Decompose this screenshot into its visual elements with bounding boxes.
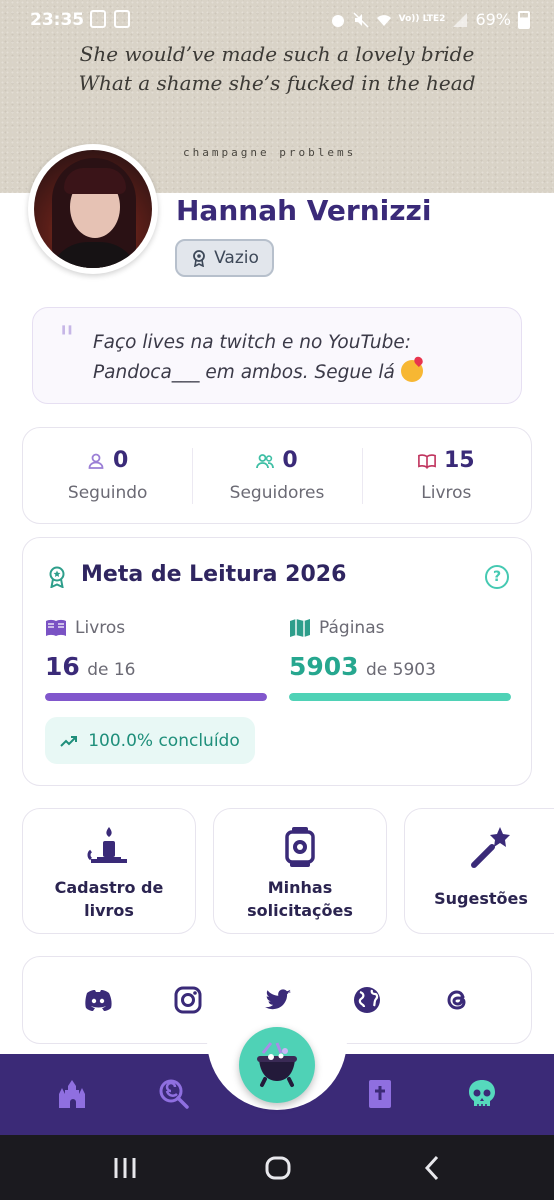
goal-title: Meta de Leitura 2026 bbox=[81, 562, 347, 587]
notification-icon bbox=[90, 10, 106, 28]
recent-apps-icon[interactable] bbox=[110, 1153, 140, 1183]
banner-lyric-line1: She would’ve made such a lovely bride bbox=[79, 42, 475, 66]
stat-label: Seguindo bbox=[67, 483, 148, 503]
wifi-icon bbox=[376, 14, 391, 26]
status-time: 23:35 bbox=[30, 10, 85, 30]
alarm-icon bbox=[331, 14, 344, 27]
network-label: Vo)) LTE2 bbox=[398, 14, 446, 24]
stat-value: 0 bbox=[282, 448, 298, 473]
bio-card: " Faço lives na twitch e no YouTube: Pan… bbox=[32, 307, 522, 404]
profile-name: Hannah Vernizzi bbox=[176, 194, 432, 227]
battery-icon bbox=[518, 10, 530, 29]
help-icon[interactable]: ? bbox=[485, 565, 509, 589]
avatar[interactable] bbox=[28, 144, 158, 274]
book-registration-card[interactable]: Cadastro de livros bbox=[22, 808, 196, 934]
reading-goal-card: Meta de Leitura 2026 ? Livros 16 de 16 P… bbox=[22, 537, 532, 786]
badge-label: Vazio bbox=[214, 248, 259, 268]
discord-icon[interactable] bbox=[83, 985, 113, 1015]
signal-icon bbox=[453, 12, 468, 27]
goal-books-total: de 16 bbox=[87, 660, 136, 680]
trending-up-icon bbox=[60, 735, 78, 747]
action-label: Minhas solicitações bbox=[247, 878, 353, 920]
cauldron-button[interactable] bbox=[239, 1027, 315, 1103]
award-icon bbox=[193, 250, 206, 267]
goal-books: Livros 16 de 16 bbox=[45, 618, 267, 701]
instagram-icon[interactable] bbox=[173, 985, 203, 1015]
battery-label: 69% bbox=[475, 10, 511, 29]
goal-books-value: 16 bbox=[45, 652, 80, 681]
notification-icons bbox=[90, 10, 130, 28]
goal-completion-label: 100.0% concluído bbox=[88, 730, 240, 751]
suggestions-card[interactable]: Sugestões bbox=[404, 808, 554, 934]
goal-pages: Páginas 5903 de 5903 bbox=[289, 618, 511, 701]
twitter-icon[interactable] bbox=[263, 985, 293, 1015]
banner-caption: champagne problems bbox=[183, 146, 357, 159]
back-icon[interactable] bbox=[418, 1153, 448, 1183]
map-book-icon bbox=[290, 619, 310, 637]
action-label: Sugestões bbox=[434, 889, 528, 908]
goal-pages-label: Páginas bbox=[319, 618, 385, 638]
stats-card: 0 Seguindo 0 Seguidores 15 Livros bbox=[22, 427, 532, 524]
goal-books-progress-fill bbox=[45, 693, 267, 701]
user-icon bbox=[88, 453, 104, 469]
candle-icon bbox=[87, 827, 127, 863]
my-requests-card[interactable]: Minhas solicitações bbox=[213, 808, 387, 934]
bio-text-content: Faço lives na twitch e no YouTube: Pando… bbox=[93, 332, 411, 383]
stat-label: Seguidores bbox=[229, 483, 325, 503]
goal-books-progress bbox=[45, 693, 267, 701]
stat-books[interactable]: 15 Livros bbox=[361, 428, 531, 523]
stat-value: 15 bbox=[444, 448, 475, 473]
magic-wand-icon bbox=[471, 827, 510, 868]
users-icon bbox=[256, 453, 275, 468]
status-bar: 23:35 Vo)) LTE2 69% bbox=[0, 0, 554, 40]
status-right: Vo)) LTE2 69% bbox=[330, 10, 530, 29]
book-icon bbox=[46, 619, 66, 636]
goal-pages-progress bbox=[289, 693, 511, 701]
mute-icon bbox=[353, 11, 369, 28]
notification-icon bbox=[114, 10, 130, 28]
stat-value: 0 bbox=[113, 448, 129, 473]
stat-followers[interactable]: 0 Seguidores bbox=[192, 428, 361, 523]
status-badge[interactable]: Vazio bbox=[175, 239, 274, 277]
cauldron-icon bbox=[257, 1042, 297, 1087]
goal-pages-progress-fill bbox=[289, 693, 511, 701]
skull-icon[interactable] bbox=[466, 1078, 498, 1110]
globe-icon[interactable] bbox=[352, 985, 382, 1015]
goal-pages-total: de 5903 bbox=[366, 660, 436, 680]
smiling-hearts-emoji-icon bbox=[400, 360, 423, 382]
action-label: Cadastro de livros bbox=[54, 878, 164, 920]
goal-completion-chip: 100.0% concluído bbox=[45, 717, 255, 764]
threads-icon[interactable] bbox=[442, 985, 472, 1015]
banner-lyric-line2: What a shame she’s fucked in the head bbox=[78, 71, 476, 95]
book-open-icon bbox=[418, 453, 436, 469]
goal-pages-value: 5903 bbox=[289, 652, 359, 681]
lollipop-icon[interactable] bbox=[158, 1078, 190, 1110]
castle-icon[interactable] bbox=[56, 1078, 88, 1110]
award-icon bbox=[49, 566, 65, 588]
stat-following[interactable]: 0 Seguindo bbox=[23, 428, 192, 523]
quote-icon: " bbox=[59, 319, 75, 359]
goal-books-label: Livros bbox=[75, 618, 126, 638]
bible-icon[interactable] bbox=[364, 1078, 396, 1110]
home-icon[interactable] bbox=[263, 1153, 293, 1183]
avatar-photo bbox=[34, 150, 152, 268]
stat-label: Livros bbox=[421, 483, 472, 503]
system-nav-bar bbox=[0, 1135, 554, 1200]
bio-text: Faço lives na twitch e no YouTube: Pando… bbox=[93, 328, 503, 388]
lantern-icon bbox=[285, 827, 315, 867]
